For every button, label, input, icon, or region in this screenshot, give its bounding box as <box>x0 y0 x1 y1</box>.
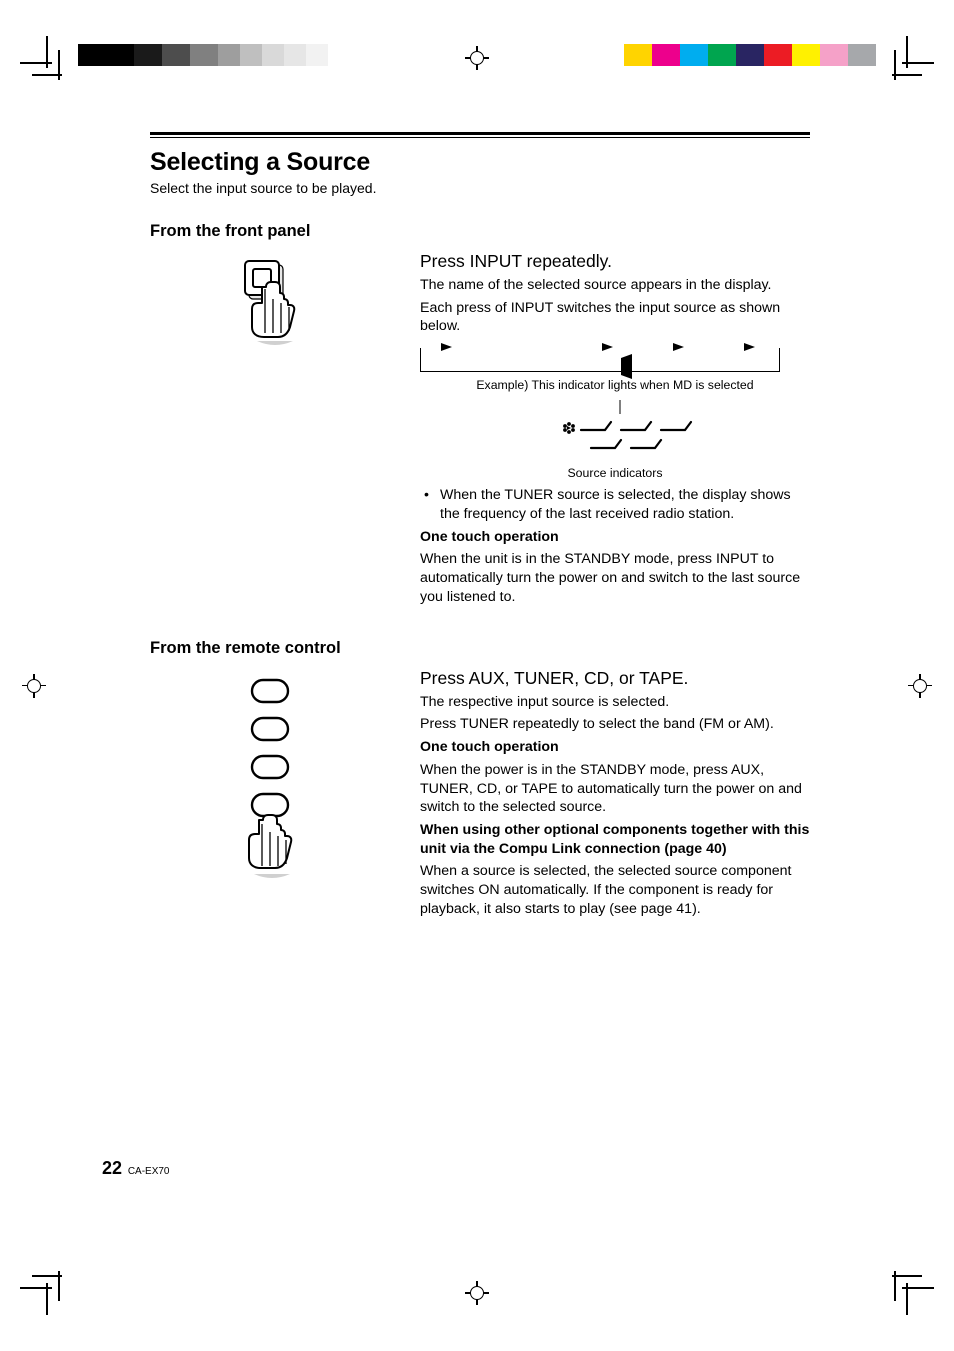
front-panel-desc2: Each press of INPUT switches the input s… <box>420 299 810 336</box>
front-panel-instruction: Press INPUT repeatedly. <box>420 251 810 272</box>
one-touch-heading-rc: One touch operation <box>420 738 810 757</box>
remote-desc2: Press TUNER repeatedly to select the ban… <box>420 715 810 734</box>
print-marks-bottom <box>0 1265 954 1315</box>
page-number: 22 CA-EX70 <box>102 1158 170 1179</box>
remote-heading: From the remote control <box>150 639 810 658</box>
indicators-caption: Source indicators <box>420 466 810 480</box>
color-swatches <box>624 44 876 66</box>
page-content: Selecting a Source Select the input sour… <box>150 132 810 951</box>
one-touch-body-fp: When the unit is in the STANDBY mode, pr… <box>420 550 810 606</box>
front-panel-heading: From the front panel <box>150 222 810 241</box>
page-number-value: 22 <box>102 1158 122 1178</box>
remote-buttons-illustration <box>230 676 310 923</box>
compu-link-body: When a source is selected, the selected … <box>420 862 810 918</box>
crop-mark-bottom-left <box>20 1271 64 1315</box>
crop-mark-bottom-right <box>890 1271 934 1315</box>
one-touch-heading-fp: One touch operation <box>420 528 810 547</box>
front-panel-bullet: When the TUNER source is selected, the d… <box>420 486 810 523</box>
page-title: Selecting a Source <box>150 148 810 177</box>
registration-target-right <box>908 664 932 688</box>
grayscale-swatches <box>78 44 328 66</box>
model-code: CA-EX70 <box>128 1166 170 1177</box>
print-marks-top <box>0 36 954 86</box>
front-panel-desc1: The name of the selected source appears … <box>420 276 810 295</box>
compu-link-heading: When using other optional components tog… <box>420 821 810 858</box>
one-touch-body-rc: When the power is in the STANDBY mode, p… <box>420 761 810 817</box>
registration-target-left <box>22 664 46 688</box>
remote-desc1: The respective input source is selected. <box>420 693 810 712</box>
registration-target-bottom <box>465 1281 489 1305</box>
crop-mark-top-right <box>890 36 934 80</box>
crop-mark-top-left <box>20 36 64 80</box>
source-cycle-diagram <box>420 348 780 372</box>
source-indicators-diagram <box>545 400 685 460</box>
lead-text: Select the input source to be played. <box>150 180 810 196</box>
front-panel-button-illustration <box>235 259 305 611</box>
registration-target-top <box>465 46 489 70</box>
remote-instruction: Press AUX, TUNER, CD, or TAPE. <box>420 668 810 689</box>
remote-section: Press AUX, TUNER, CD, or TAPE. The respe… <box>150 668 810 923</box>
front-panel-section: Press INPUT repeatedly. The name of the … <box>150 251 810 611</box>
example-caption: Example) This indicator lights when MD i… <box>420 378 810 392</box>
